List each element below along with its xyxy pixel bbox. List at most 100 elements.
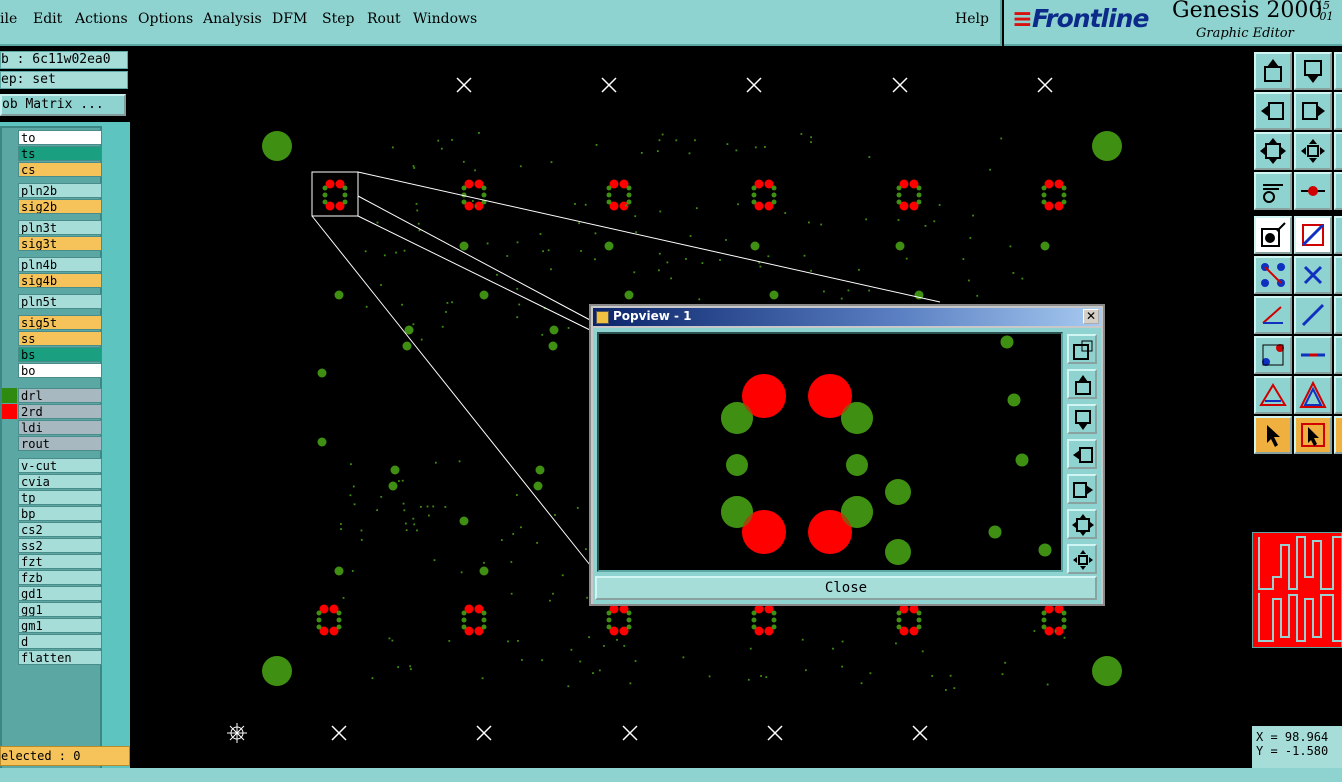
triangle2-tool-button[interactable] [1294,376,1332,414]
layer-to[interactable]: to [18,130,102,145]
layer-drl[interactable]: drl [18,388,102,403]
zoom-guide-line [311,215,591,566]
popview-titlebar[interactable]: Popview - 1 ✕ [593,308,1101,326]
probe-tool-button[interactable] [1294,172,1332,210]
popview-title: Popview - 1 [613,309,692,323]
layer-pln3t[interactable]: pln3t [18,220,102,235]
tooling-hole [262,656,292,686]
pan-down-button[interactable] [1294,52,1332,90]
connect-tool-button[interactable] [1254,256,1292,294]
menu-dfm[interactable]: DFM [272,11,307,27]
layer-color-swatch[interactable] [2,404,17,419]
layer-gm1[interactable]: gm1 [18,618,102,633]
popview-canvas[interactable] [597,332,1063,572]
layer-sig4b[interactable]: sig4b [18,273,102,288]
layer-tp[interactable]: tp [18,490,102,505]
layer-gd1[interactable]: gd1 [18,586,102,601]
layer-ss[interactable]: ss [18,331,102,346]
trace-tool-button[interactable] [1294,336,1332,374]
tool-button-18[interactable] [1334,256,1342,294]
menu-help[interactable]: Help [955,11,989,27]
menu-windows[interactable]: Windows [413,11,477,27]
layer-d[interactable]: d [18,634,102,649]
pad-tool-button[interactable] [1254,336,1292,374]
close-icon[interactable]: ✕ [1083,309,1099,324]
pointer-box-button[interactable] [1294,416,1332,454]
popview-zoom-button[interactable] [1067,334,1097,364]
fiducial-x-mark [912,725,928,741]
cross-tool-button[interactable] [1294,256,1332,294]
job-matrix-button[interactable]: ob Matrix ... [0,94,126,116]
close-button[interactable]: Close [595,576,1097,600]
layer-pln5t[interactable]: pln5t [18,294,102,309]
tool-button-3[interactable] [1334,52,1342,90]
tool-button-27[interactable] [1334,376,1342,414]
tool-button-24[interactable] [1334,336,1342,374]
layer-cs2[interactable]: cs2 [18,522,102,537]
menu-actions[interactable]: Actions [75,11,128,27]
select-area-button[interactable] [1294,216,1332,254]
layer-rout[interactable]: rout [18,436,102,451]
popview-down-button[interactable] [1067,404,1097,434]
layer-flatten[interactable]: flatten [18,650,102,665]
tool-button-21[interactable] [1334,296,1342,334]
tool-button-6[interactable] [1334,92,1342,130]
layer-cvia[interactable]: cvia [18,474,102,489]
layer-v-cut[interactable]: v-cut [18,458,102,473]
pan-left-button[interactable] [1254,92,1292,130]
layer-fzb[interactable]: fzb [18,570,102,585]
zoom-fit-icon [1260,138,1286,164]
layer-gg1[interactable]: gg1 [18,602,102,617]
layer-ts[interactable]: ts [18,146,102,161]
layer-fzt[interactable]: fzt [18,554,102,569]
measure-tool-button[interactable] [1254,172,1292,210]
popview-left-button[interactable] [1067,439,1097,469]
layer-pln4b[interactable]: pln4b [18,257,102,272]
layer-sig2b[interactable]: sig2b [18,199,102,214]
tool-button-30[interactable] [1334,416,1342,454]
menu-rout[interactable]: Rout [367,11,401,27]
drill-hole [334,566,344,576]
tool-button-15[interactable] [1334,216,1342,254]
popview-fit-button[interactable] [1067,509,1097,539]
layer-bp[interactable]: bp [18,506,102,521]
popview-up-button[interactable] [1067,369,1097,399]
layer-ss2[interactable]: ss2 [18,538,102,553]
layer-cs[interactable]: cs [18,162,102,177]
pointer-button[interactable] [1254,416,1292,454]
triangle-tool-button[interactable] [1254,376,1292,414]
menu-edit[interactable]: Edit [33,11,62,27]
job-field: b : 6c11w02ea0 [0,51,128,69]
triangle-icon [1259,383,1287,406]
drill-hole [479,290,489,300]
arrow-left-icon [1073,447,1093,463]
tool-button-12[interactable] [1334,172,1342,210]
menu-file[interactable]: ile [0,11,17,27]
layer-pln2b[interactable]: pln2b [18,183,102,198]
diagonal-tool-button[interactable] [1294,296,1332,334]
layer-bs[interactable]: bs [18,347,102,362]
layer-2rd[interactable]: 2rd [18,404,102,419]
pan-up-button[interactable] [1254,52,1292,90]
menu-options[interactable]: Options [138,11,193,27]
layer-color-swatch[interactable] [2,388,17,403]
popview-right-button[interactable] [1067,474,1097,504]
pointer-icon [1267,425,1280,447]
overview-map[interactable] [1252,532,1342,648]
pan-right-button[interactable] [1294,92,1332,130]
layer-ldi[interactable]: ldi [18,420,102,435]
zoom-home-button[interactable] [1294,132,1332,170]
layer-sig5t[interactable]: sig5t [18,315,102,330]
zoom-fit-button[interactable] [1254,132,1292,170]
popview-home-button[interactable] [1067,544,1097,574]
tooling-hole [262,131,292,161]
tool-button-9[interactable] [1334,132,1342,170]
line-tool-button[interactable] [1254,296,1292,334]
select-feature-button[interactable] [1254,216,1292,254]
layer-bo[interactable]: bo [18,363,102,378]
zoom-selection-box [311,171,359,217]
menu-analysis[interactable]: Analysis [203,11,262,27]
via [1038,543,1052,557]
menu-step[interactable]: Step [322,11,354,27]
layer-sig3t[interactable]: sig3t [18,236,102,251]
